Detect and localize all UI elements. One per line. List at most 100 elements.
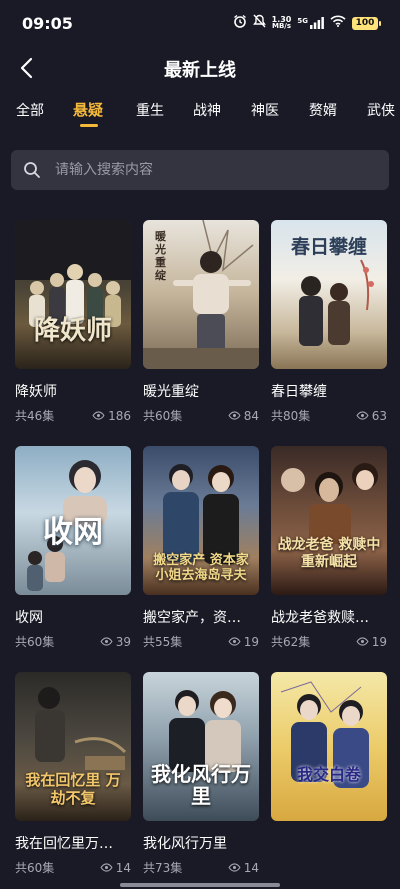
drama-poster: 降妖师 (15, 220, 131, 369)
poster-title-art: 搬空家产 资本家小姐去海岛寻夫 (153, 553, 249, 583)
episode-count: 共80集 (271, 409, 311, 423)
eye-icon (228, 411, 241, 420)
drama-poster: 春日攀缠 (271, 220, 387, 369)
view-count-value: 19 (243, 634, 259, 649)
page-title: 最新上线 (164, 60, 236, 81)
network-speed-unit: MB/s (271, 22, 292, 30)
wifi-icon (330, 14, 346, 32)
drama-title: 暖光重绽 (143, 384, 199, 400)
episode-count: 共60集 (15, 635, 55, 649)
poster-title-art: 我在回忆里 万劫不复 (25, 771, 121, 807)
eye-icon (228, 863, 241, 872)
episode-count: 共60集 (15, 861, 55, 875)
drama-poster: 战龙老爸 救赎中重新崛起 (271, 446, 387, 595)
poster-art (280, 681, 369, 788)
status-bar: 09:05 1.30 MB/s 5G 100 (0, 0, 400, 46)
view-count-value: 14 (115, 860, 131, 875)
active-tab-indicator (80, 124, 98, 127)
drama-title: 我在回忆里万… (15, 836, 113, 852)
eye-icon (356, 637, 369, 646)
view-count: 19 (356, 635, 387, 649)
episode-count: 共60集 (143, 409, 183, 423)
drama-title: 收网 (15, 610, 43, 626)
view-count: 186 (92, 409, 131, 423)
drama-poster: 我化风行万里 (143, 672, 259, 821)
alarm-icon (233, 14, 247, 33)
drama-card[interactable]: 收网 收网 共60集 39 (15, 446, 131, 650)
battery-icon: 100 (352, 16, 381, 30)
tab-all[interactable]: 全部 (16, 100, 44, 120)
poster-art (281, 463, 378, 544)
view-count-value: 84 (243, 408, 259, 423)
drama-meta: 共62集 19 (271, 633, 387, 650)
poster-title-art: 春日攀缠 (290, 236, 367, 258)
eye-icon (356, 411, 369, 420)
drama-card[interactable]: 战龙老爸 救赎中重新崛起 战龙老爸救赎… 共62集 19 (271, 446, 387, 650)
drama-card[interactable]: 暖光重绽 暖光重绽 共60集 84 (143, 220, 259, 424)
poster-title-art: 降妖师 (33, 316, 112, 346)
drama-title: 春日攀缠 (271, 384, 327, 400)
status-time: 09:05 (22, 14, 73, 33)
view-count: 14 (100, 861, 131, 875)
eye-icon (100, 637, 113, 646)
view-count-value: 63 (371, 408, 387, 423)
drama-poster: 暖光重绽 (143, 220, 259, 369)
drama-card[interactable]: 搬空家产 资本家小姐去海岛寻夫 搬空家产，资… 共55集 19 (143, 446, 259, 650)
poster-title-art: 战龙老爸 救赎中重新崛起 (277, 537, 381, 570)
view-count: 84 (228, 409, 259, 423)
drama-card[interactable]: 我化风行万里 我化风行万里 共73集 14 (143, 672, 259, 876)
screen: 09:05 1.30 MB/s 5G 100 最新上线 全部 悬疑 重生 战神 … (0, 0, 400, 889)
drama-title: 搬空家产，资… (143, 610, 241, 626)
poster-title-art: 我化风行万里 (151, 762, 251, 808)
drama-card[interactable]: 我交白卷 (271, 672, 387, 821)
tab-miracle-doctor[interactable]: 神医 (251, 100, 279, 120)
mute-icon (252, 14, 266, 33)
search-input[interactable] (55, 162, 355, 178)
view-count: 19 (228, 635, 259, 649)
tab-rebirth[interactable]: 重生 (136, 100, 164, 120)
eye-icon (228, 637, 241, 646)
tab-martial-arts[interactable]: 武侠 (367, 100, 395, 120)
drama-title: 我化风行万里 (143, 836, 227, 852)
view-count-value: 19 (371, 634, 387, 649)
signal-label: 5G (297, 17, 308, 25)
header: 最新上线 (0, 48, 400, 88)
poster-title-art: 我交白卷 (296, 765, 361, 784)
drama-title: 降妖师 (15, 384, 57, 400)
view-count-value: 14 (243, 860, 259, 875)
drama-meta: 共73集 14 (143, 859, 259, 876)
view-count: 39 (100, 635, 131, 649)
tab-war-god[interactable]: 战神 (193, 100, 221, 120)
view-count-value: 186 (108, 408, 131, 423)
drama-meta: 共60集 39 (15, 633, 131, 650)
tab-suspense[interactable]: 悬疑 (73, 99, 103, 120)
poster-title-art: 收网 (43, 515, 103, 550)
category-tabs: 全部 悬疑 重生 战神 神医 赘婿 武侠 (0, 98, 400, 130)
drama-card[interactable]: 春日攀缠 春日攀缠 共80集 63 (271, 220, 387, 424)
episode-count: 共73集 (143, 861, 183, 875)
drama-meta: 共55集 19 (143, 633, 259, 650)
drama-meta: 共46集 186 (15, 407, 131, 424)
drama-poster: 我交白卷 (271, 672, 387, 821)
search-icon (24, 162, 40, 178)
drama-title: 战龙老爸救赎… (271, 610, 369, 626)
network-speed: 1.30 MB/s (272, 16, 292, 30)
drama-card[interactable]: 降妖师 降妖师 共46集 186 (15, 220, 131, 424)
drama-poster: 搬空家产 资本家小姐去海岛寻夫 (143, 446, 259, 595)
view-count: 63 (356, 409, 387, 423)
status-icons: 1.30 MB/s 5G 100 (233, 14, 381, 33)
search-bar[interactable] (11, 150, 389, 190)
home-indicator[interactable] (120, 883, 280, 887)
episode-count: 共46集 (15, 409, 55, 423)
drama-poster: 我在回忆里 万劫不复 (15, 672, 131, 821)
poster-title-art: 暖光重绽 (155, 230, 166, 282)
drama-meta: 共60集 14 (15, 859, 131, 876)
tab-son-in-law[interactable]: 赘婿 (309, 100, 337, 120)
drama-card[interactable]: 我在回忆里 万劫不复 我在回忆里万… 共60集 14 (15, 672, 131, 876)
eye-icon (100, 863, 113, 872)
view-count-value: 39 (115, 634, 131, 649)
signal-icon: 5G (297, 17, 324, 29)
drama-meta: 共80集 63 (271, 407, 387, 424)
episode-count: 共55集 (143, 635, 183, 649)
view-count: 14 (228, 861, 259, 875)
